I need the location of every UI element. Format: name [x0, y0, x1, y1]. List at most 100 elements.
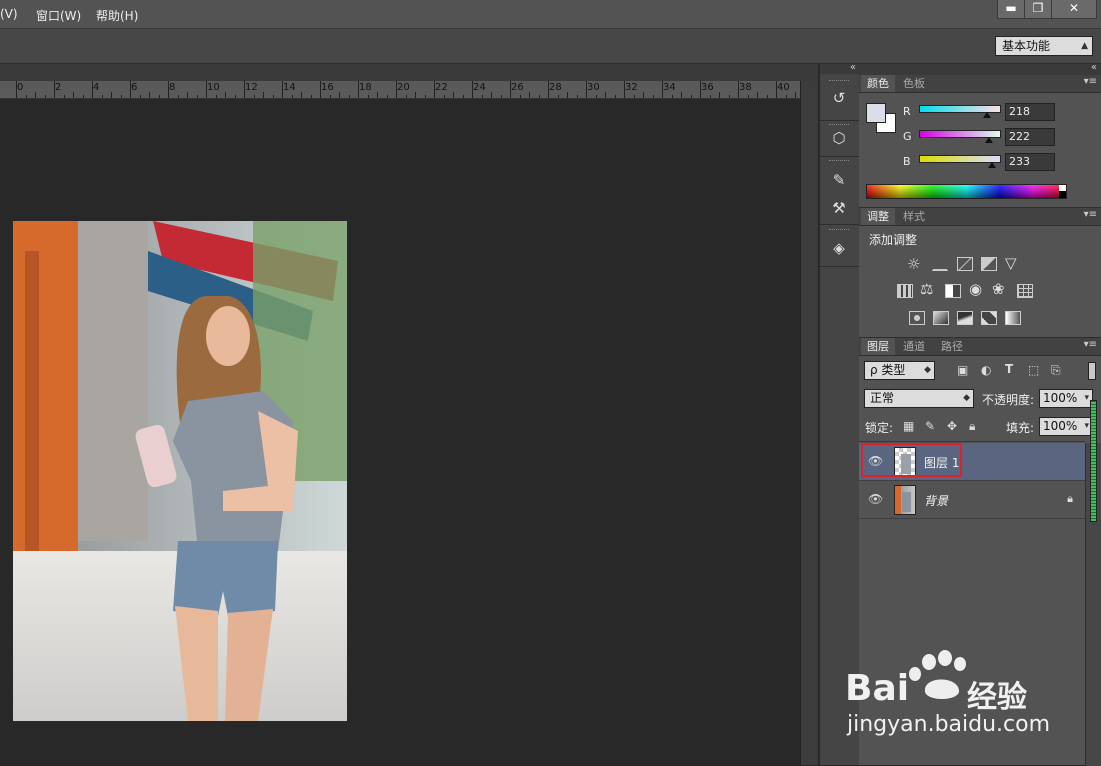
vibrance-icon[interactable]: ▽ — [1005, 254, 1017, 272]
ruler-major-tick — [168, 81, 169, 98]
tab-adjustments[interactable]: 调整 — [861, 208, 895, 225]
eye-icon[interactable]: 👁︎ — [868, 492, 883, 506]
chevron-down-icon: ▾ — [1084, 393, 1089, 403]
channel-mixer-icon[interactable]: ❀ — [992, 280, 1005, 298]
red-channel-label: R — [903, 105, 911, 118]
layer-filter-kind-select[interactable]: ρ 类型 ◆ — [864, 361, 935, 380]
ruler-tick — [310, 95, 312, 98]
ruler-tick — [567, 92, 568, 98]
tab-channels[interactable]: 通道 — [897, 338, 931, 355]
dock-grip[interactable] — [829, 80, 849, 83]
color-spectrum-bar[interactable] — [866, 184, 1067, 199]
layer-row-layer-1[interactable]: 👁︎ 图层 1 — [859, 443, 1085, 481]
ruler-label: 20 — [397, 82, 410, 93]
menu-view[interactable]: (V) — [0, 7, 18, 21]
ruler-label: 6 — [131, 82, 138, 93]
lock-all-icon[interactable]: 🔒︎ — [969, 419, 975, 434]
curves-icon[interactable] — [957, 257, 973, 271]
exposure-icon[interactable] — [981, 257, 997, 271]
ruler-tick — [576, 95, 578, 98]
tab-color[interactable]: 颜色 — [861, 75, 895, 92]
threshold-icon[interactable] — [957, 311, 973, 325]
ruler-tick — [35, 92, 36, 98]
ruler-tick — [462, 95, 464, 98]
3d-icon[interactable]: ⬡ — [826, 126, 852, 150]
collapse-dock-icon[interactable]: « — [850, 62, 856, 73]
color-balance-icon[interactable]: ⚖ — [920, 280, 933, 298]
tab-layers[interactable]: 图层 — [861, 338, 895, 355]
panel-menu-icon[interactable]: ▾≡ — [1084, 339, 1097, 350]
dock-grip[interactable] — [829, 160, 849, 163]
levels-icon[interactable] — [932, 257, 948, 271]
canvas-vertical-scrollbar[interactable] — [800, 81, 818, 765]
dock-separator — [820, 120, 860, 121]
ruler-tick — [139, 95, 141, 98]
layer-row-background[interactable]: 👁︎ 背景 🔒︎ — [859, 481, 1085, 519]
cube-icon[interactable]: ◈ — [826, 236, 852, 260]
invert-icon[interactable] — [909, 311, 925, 325]
ruler-tick — [500, 95, 502, 98]
ruler-tick — [329, 95, 331, 98]
ruler-tick — [177, 95, 179, 98]
ruler-major-tick — [434, 81, 435, 98]
hue-saturation-icon[interactable] — [897, 284, 913, 298]
workspace-select[interactable]: 基本功能 ▲ — [995, 36, 1093, 56]
lock-position-icon[interactable]: ✥ — [947, 419, 957, 433]
filter-shape-icon[interactable]: ⬚ — [1028, 363, 1039, 377]
ruler-label: 24 — [473, 82, 486, 93]
ruler-major-tick — [244, 81, 245, 98]
gradient-map-icon[interactable] — [981, 311, 997, 325]
selective-color-icon[interactable] — [1005, 311, 1021, 325]
filter-smart-object-icon[interactable]: ⎘ — [1051, 363, 1061, 378]
posterize-icon[interactable] — [933, 311, 949, 325]
red-value-field[interactable]: 218 — [1005, 103, 1055, 121]
red-slider-knob[interactable] — [983, 112, 992, 118]
scroll-thumb[interactable] — [1090, 400, 1097, 522]
menu-window[interactable]: 窗口(W) — [36, 7, 81, 24]
photo-filter-icon[interactable]: ◉ — [969, 280, 982, 298]
panel-menu-icon[interactable]: ▾≡ — [1084, 209, 1097, 220]
blue-slider-knob[interactable] — [988, 162, 997, 168]
dock-grip[interactable] — [829, 229, 849, 232]
restore-button[interactable]: ❐ — [1024, 0, 1052, 19]
photo-illustration — [13, 221, 347, 721]
lock-image-pixels-icon[interactable]: ✎ — [925, 419, 935, 433]
ruler-tick — [215, 95, 217, 98]
document-image[interactable] — [13, 221, 347, 721]
filter-toggle[interactable] — [1088, 362, 1096, 380]
green-slider-knob[interactable] — [984, 137, 993, 143]
panel-menu-icon[interactable]: ▾≡ — [1084, 76, 1097, 87]
history-icon[interactable]: ↺ — [826, 86, 852, 110]
ruler-tick — [766, 95, 768, 98]
filter-pixel-icon[interactable]: ▣ — [957, 363, 968, 377]
tool-presets-icon[interactable]: ⚒ — [826, 196, 852, 220]
color-lookup-icon[interactable] — [1017, 284, 1033, 298]
blue-value-field[interactable]: 233 — [1005, 153, 1055, 171]
black-white-icon[interactable] — [945, 284, 961, 298]
ruler-label: 2 — [55, 82, 62, 93]
tab-styles[interactable]: 样式 — [897, 208, 931, 225]
opacity-field[interactable]: 100% ▾ — [1039, 389, 1093, 408]
brush-presets-icon[interactable]: ✎ — [826, 168, 852, 192]
minimize-button[interactable]: ▬ — [997, 0, 1025, 19]
foreground-color-swatch[interactable] — [866, 103, 886, 123]
fill-field[interactable]: 100% ▾ — [1039, 417, 1093, 436]
close-button[interactable]: ✕ — [1051, 0, 1097, 19]
collapse-panels-icon[interactable]: « — [1091, 62, 1097, 73]
blend-mode-select[interactable]: 正常 ◆ — [864, 389, 974, 408]
layer-name[interactable]: 背景 — [924, 492, 948, 509]
dock-separator — [820, 266, 860, 267]
menu-help[interactable]: 帮助(H) — [96, 7, 138, 24]
tab-swatches[interactable]: 色板 — [897, 75, 931, 92]
lock-transparent-pixels-icon[interactable]: ▦ — [903, 419, 914, 433]
dock-separator — [820, 224, 860, 225]
tab-paths[interactable]: 路径 — [935, 338, 969, 355]
ruler-tick — [73, 92, 74, 98]
filter-type-icon[interactable]: T — [1005, 362, 1013, 376]
ruler-major-tick — [54, 81, 55, 98]
green-value-field[interactable]: 222 — [1005, 128, 1055, 146]
highlight-box — [861, 443, 962, 477]
ruler-tick — [719, 92, 720, 98]
brightness-contrast-icon[interactable]: ☼ — [907, 255, 920, 273]
filter-adjustment-icon[interactable]: ◐ — [981, 363, 991, 377]
